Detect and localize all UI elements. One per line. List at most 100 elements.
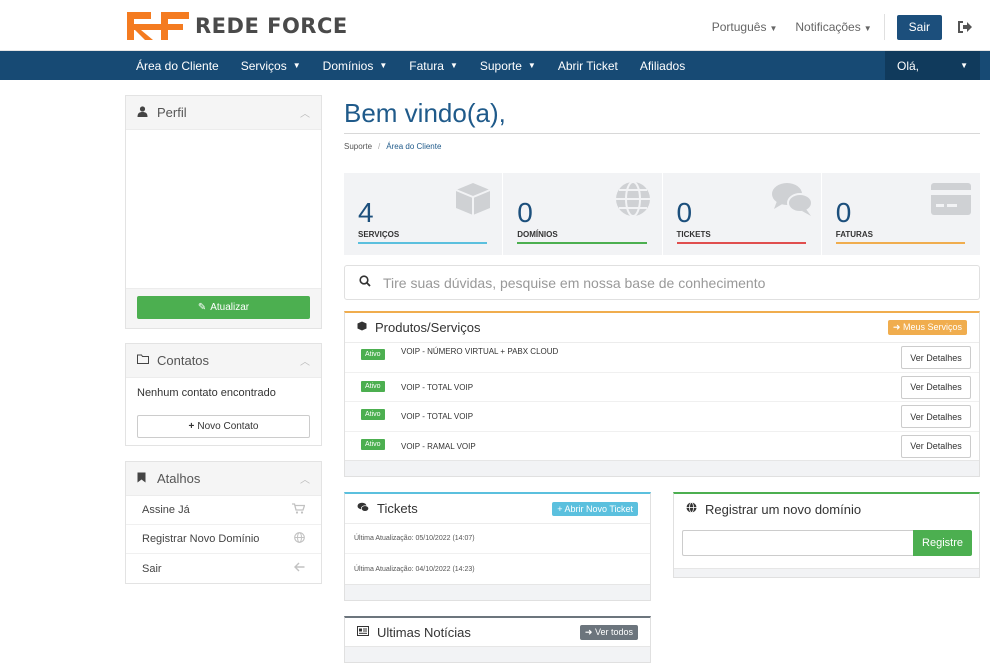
stats-tiles: 4 SERVIÇOS 0 DOMÍNIOS 0 TICKETS 0 FATURA… xyxy=(344,173,980,255)
update-profile-button[interactable]: ✎ Atualizar xyxy=(137,296,310,319)
view-details-button[interactable]: Ver Detalhes xyxy=(901,346,971,369)
nav-item-servicos[interactable]: Serviços ▼ xyxy=(230,51,312,80)
caret-down-icon: ▼ xyxy=(960,61,968,70)
chevron-up-icon[interactable]: ︿ xyxy=(300,471,310,486)
product-row: Ativo VOIP - TOTAL VOIP Ver Detalhes xyxy=(345,373,979,402)
panel-title: Registrar um novo domínio xyxy=(705,501,862,517)
status-badge: Ativo xyxy=(361,438,385,450)
logout-button[interactable]: Sair xyxy=(896,14,942,40)
stat-tile-servicos[interactable]: 4 SERVIÇOS xyxy=(344,173,504,255)
newspaper-icon xyxy=(357,626,369,639)
nav-item-label: Área do Cliente xyxy=(136,58,219,73)
nav-item-suporte[interactable]: Suporte ▼ xyxy=(469,51,547,80)
brand-logo[interactable]: REDE FORCE xyxy=(127,11,348,41)
ticket-row[interactable]: Última Atualização: 04/10/2022 (14:23) xyxy=(345,554,650,584)
bookmark-icon xyxy=(137,472,151,486)
perfil-panel-header[interactable]: Perfil ︿ xyxy=(126,96,321,130)
register-domain-header: Registrar um novo domínio xyxy=(674,494,979,524)
contatos-panel: Contatos ︿ Nenhum contato encontrado + N… xyxy=(125,343,322,446)
globe-icon xyxy=(686,502,697,516)
products-panel: Produtos/Serviços ➜ Meus Serviços Ativo … xyxy=(344,311,980,477)
language-label: Português xyxy=(711,20,767,34)
nav-item-label: Abrir Ticket xyxy=(557,58,618,73)
panel-footer xyxy=(674,568,979,577)
panel-footer xyxy=(345,584,650,600)
nav-item-abrir-ticket[interactable]: Abrir Ticket xyxy=(547,51,629,80)
button-label: Ver todos xyxy=(594,627,633,637)
nav-item-area-cliente[interactable]: Área do Cliente xyxy=(125,51,230,80)
stat-tile-faturas[interactable]: 0 FATURAS xyxy=(822,173,980,255)
caret-down-icon: ▼ xyxy=(449,61,458,70)
contatos-panel-header[interactable]: Contatos ︿ xyxy=(126,344,321,378)
shortcut-assine-ja[interactable]: Assine Já xyxy=(126,496,321,525)
nav-item-afiliados[interactable]: Afiliados xyxy=(629,51,696,80)
comments-icon xyxy=(771,183,813,216)
shortcut-sair[interactable]: Sair xyxy=(126,554,321,583)
domain-search-input[interactable] xyxy=(682,530,913,556)
chevron-up-icon[interactable]: ︿ xyxy=(300,353,310,368)
panel-title: Tickets xyxy=(377,501,418,516)
nav-item-fatura[interactable]: Fatura ▼ xyxy=(398,51,469,80)
atalhos-panel-header[interactable]: Atalhos ︿ xyxy=(126,462,321,496)
cart-icon xyxy=(292,503,306,517)
stat-label: SERVIÇOS xyxy=(358,230,400,239)
stat-value: 0 xyxy=(676,197,693,228)
language-dropdown[interactable]: Português ▼ xyxy=(712,20,778,34)
nav-item-dominios[interactable]: Domínios ▼ xyxy=(312,51,399,80)
chevron-up-icon[interactable]: ︿ xyxy=(300,105,310,120)
register-domain-button[interactable]: Registre xyxy=(913,530,972,556)
open-new-ticket-button[interactable]: + Abrir Novo Ticket xyxy=(552,501,638,516)
breadcrumb-item[interactable]: Suporte xyxy=(344,142,372,151)
status-badge: Ativo xyxy=(361,409,385,420)
stat-tile-dominios[interactable]: 0 DOMÍNIOS xyxy=(503,173,663,255)
notifications-dropdown[interactable]: Notificações ▼ xyxy=(795,20,871,34)
brand-name: REDE FORCE xyxy=(195,14,348,38)
product-row: Ativo VOIP - TOTAL VOIP Ver Detalhes xyxy=(345,402,979,432)
search-placeholder: Tire suas dúvidas, pesquise em nossa bas… xyxy=(383,274,766,291)
stat-tile-tickets[interactable]: 0 TICKETS xyxy=(663,173,822,255)
stat-value: 0 xyxy=(835,197,852,228)
view-details-button[interactable]: Ver Detalhes xyxy=(901,375,971,399)
atalhos-panel: Atalhos ︿ Assine Já Registrar Novo Domín… xyxy=(125,461,322,584)
products-panel-header: Produtos/Serviços ➜ Meus Serviços xyxy=(345,313,979,343)
perfil-panel-footer: ✎ Atualizar xyxy=(126,288,321,328)
user-menu-dropdown[interactable]: Olá, ▼ xyxy=(885,51,980,80)
contacts-empty-text: Nenhum contato encontrado xyxy=(137,387,276,399)
shortcut-label: Registrar Novo Domínio xyxy=(142,533,260,545)
sign-out-icon[interactable] xyxy=(956,18,974,36)
product-name: VOIP - RAMAL VOIP xyxy=(401,441,476,451)
pencil-icon: ✎ xyxy=(197,302,207,313)
view-details-button[interactable]: Ver Detalhes xyxy=(901,434,971,458)
folder-icon xyxy=(137,354,151,367)
news-panel-header: Ultimas Notícias ➜ Ver todos xyxy=(345,618,650,648)
arrow-right-icon: ➜ xyxy=(584,627,593,637)
user-greeting: Olá, xyxy=(897,58,920,73)
shortcut-label: Sair xyxy=(142,562,162,575)
stat-label: DOMÍNIOS xyxy=(517,230,558,239)
globe-icon xyxy=(615,181,650,217)
globe-icon xyxy=(294,532,305,546)
breadcrumb-item-active[interactable]: Área do Cliente xyxy=(386,142,441,151)
caret-down-icon: ▼ xyxy=(379,61,388,70)
tickets-panel-header: Tickets + Abrir Novo Ticket xyxy=(345,494,650,524)
caret-down-icon: ▼ xyxy=(769,24,778,33)
page-title: Bem vindo(a), xyxy=(344,98,506,128)
new-contact-button[interactable]: + Novo Contato xyxy=(137,415,310,438)
ticket-updated: Última Atualização: 05/10/2022 (14:07) xyxy=(354,535,475,542)
perfil-panel: Perfil ︿ ✎ Atualizar xyxy=(125,95,322,329)
knowledgebase-search-input[interactable]: Tire suas dúvidas, pesquise em nossa bas… xyxy=(344,265,980,300)
view-details-button[interactable]: Ver Detalhes xyxy=(901,405,971,428)
ticket-row[interactable]: Última Atualização: 05/10/2022 (14:07) xyxy=(345,524,650,554)
view-all-news-button[interactable]: ➜ Ver todos xyxy=(579,625,638,640)
shortcut-registrar-dominio[interactable]: Registrar Novo Domínio xyxy=(126,525,321,554)
my-services-button[interactable]: ➜ Meus Serviços xyxy=(887,320,967,335)
button-label: Meus Serviços xyxy=(902,322,962,332)
top-header: REDE FORCE Português ▼ Notificações ▼ Sair xyxy=(0,0,990,51)
product-name: VOIP - TOTAL VOIP xyxy=(401,382,474,392)
title-divider xyxy=(344,133,980,134)
product-name: VOIP - NÚMERO VIRTUAL + PABX CLOUD xyxy=(401,347,559,356)
cube-icon xyxy=(357,321,367,334)
plus-icon: + xyxy=(188,421,195,432)
stat-value: 4 xyxy=(358,197,374,228)
panel-footer xyxy=(345,646,650,662)
